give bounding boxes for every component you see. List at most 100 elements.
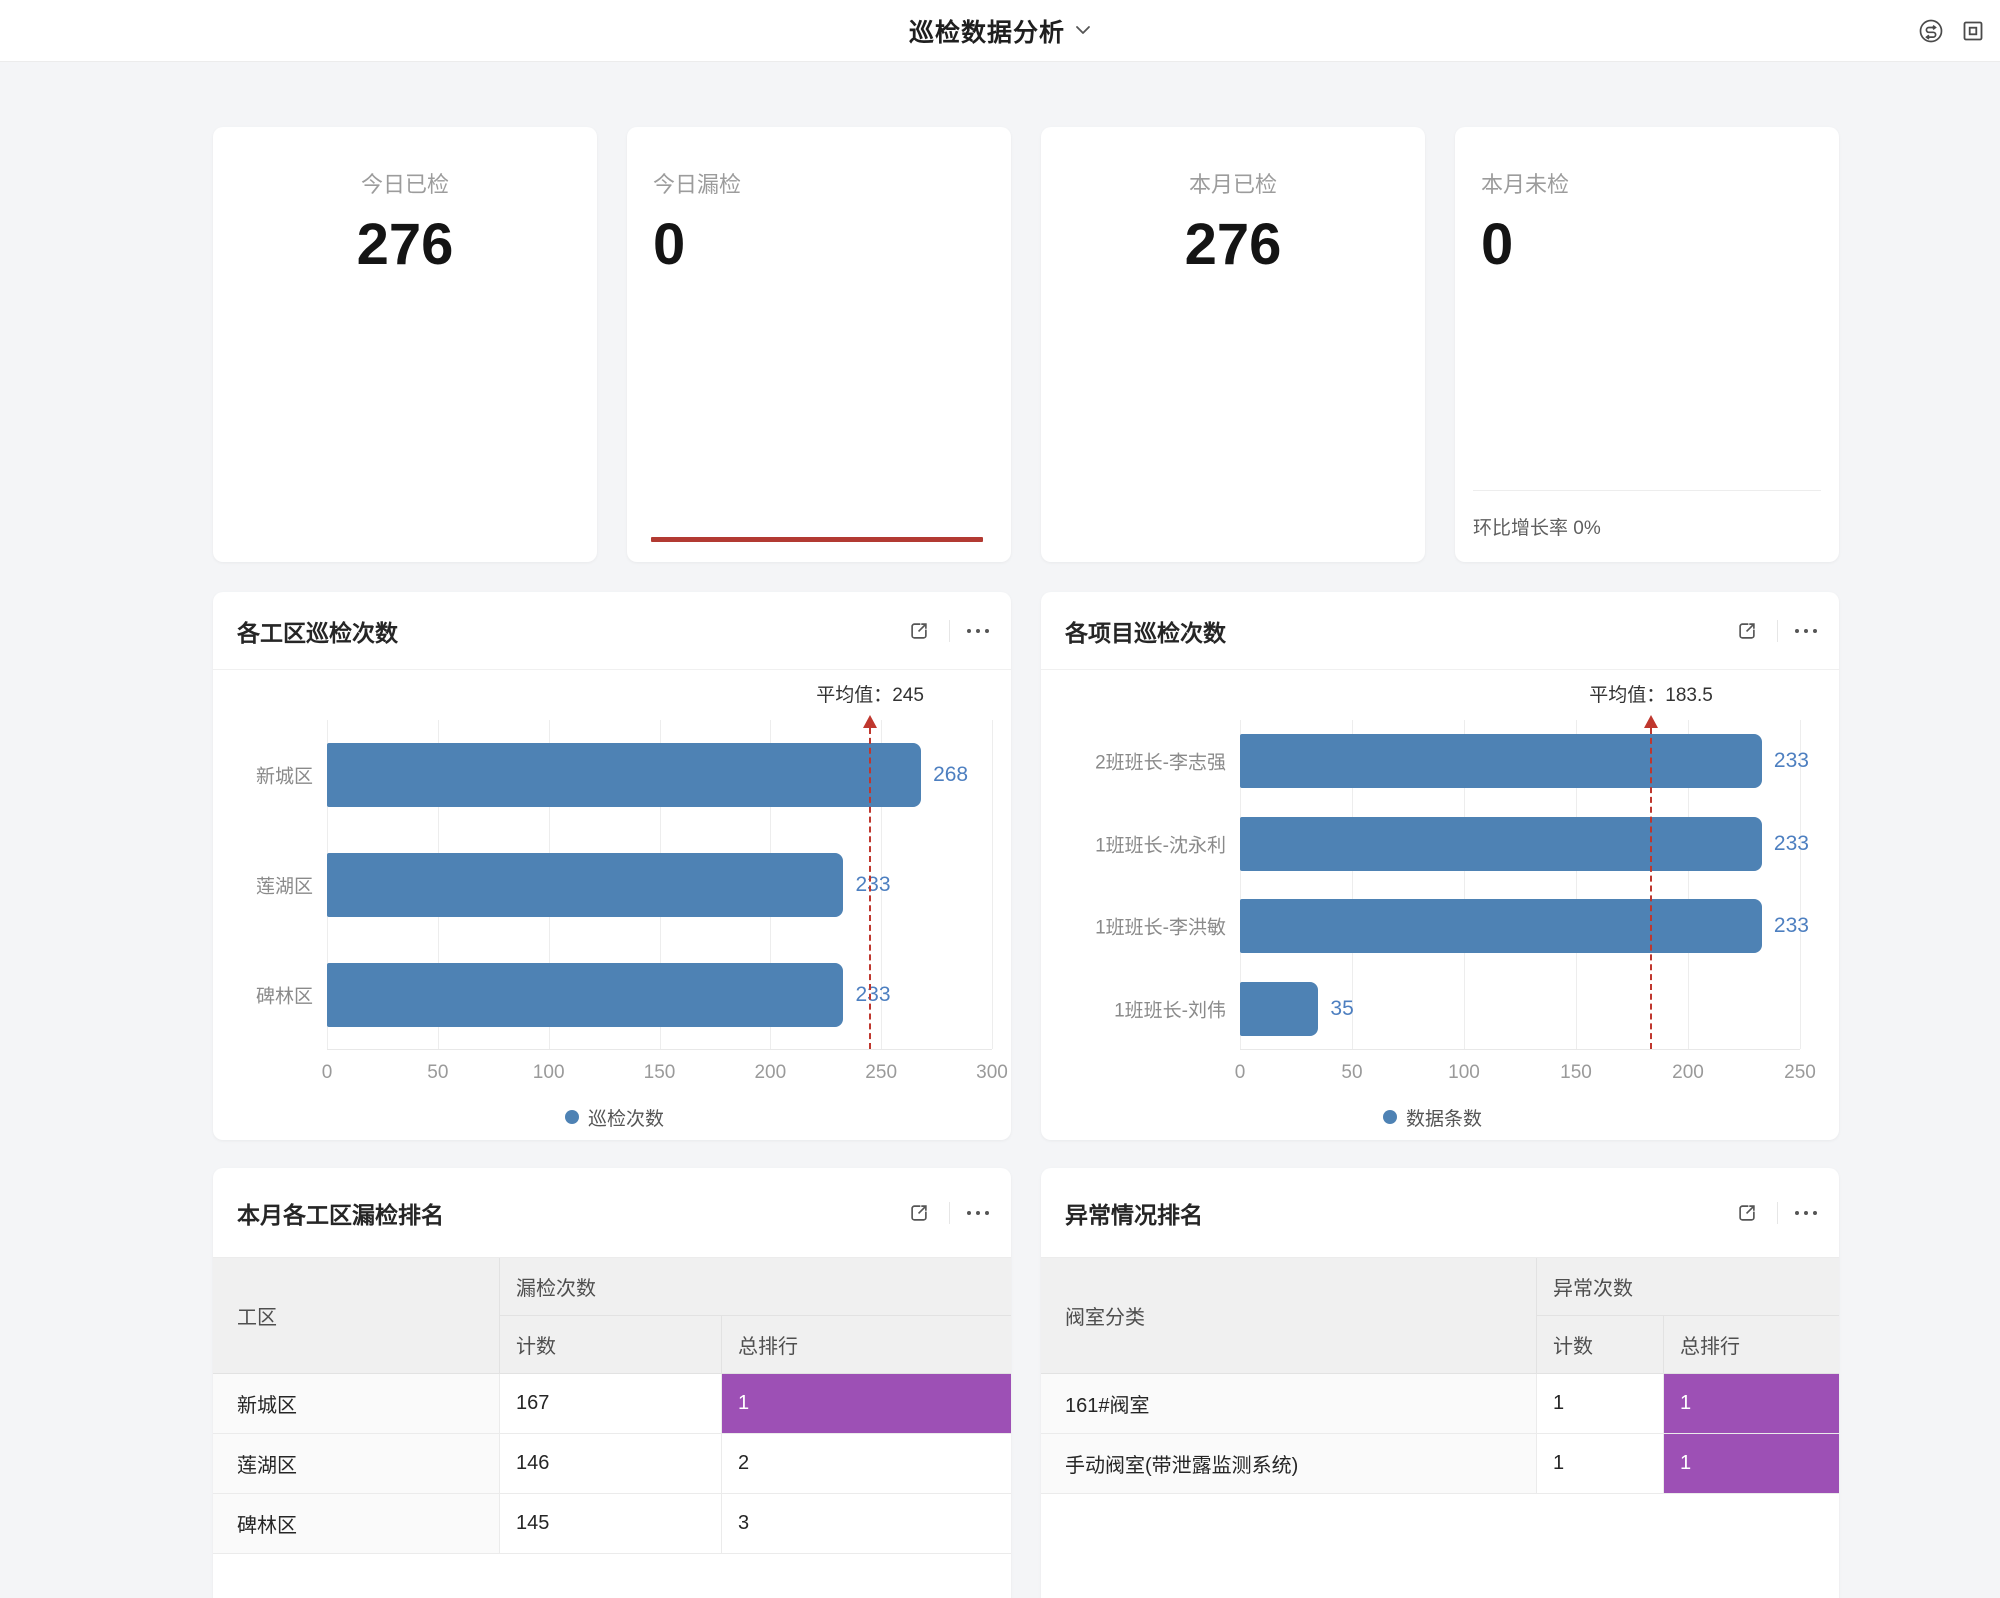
x-axis: 050100150200250300 — [327, 1050, 992, 1094]
table-card-missed-ranking: 本月各工区漏检排名 工区漏检次数计数总排行新城区1671莲湖区1462碑林区14… — [213, 1168, 1011, 1598]
table-cell-name: 161#阀室 — [1041, 1374, 1537, 1434]
ranking-table-anomaly: 阀室分类异常次数计数总排行161#阀室11手动阀室(带泄露监测系统)11 — [1041, 1258, 1839, 1494]
tables-row: 本月各工区漏检排名 工区漏检次数计数总排行新城区1671莲湖区1462碑林区14… — [213, 1168, 1839, 1598]
table-cell-count: 1 — [1537, 1374, 1664, 1434]
stat-label: 今日已检 — [213, 167, 597, 199]
chart-title: 各项目巡检次数 — [1065, 614, 1732, 648]
bar-row: 碑林区233 — [327, 940, 992, 1050]
bar — [1240, 817, 1762, 871]
x-axis-tick: 250 — [865, 1062, 897, 1084]
chevron-down-icon — [1075, 22, 1091, 40]
stat-card-today-checked: 今日已检 276 — [213, 127, 597, 562]
stat-label: 本月已检 — [1041, 167, 1425, 199]
divider — [1777, 1202, 1778, 1224]
table-group-header: 漏检次数 — [500, 1258, 1011, 1316]
legend-dot — [1383, 1110, 1397, 1124]
table-cell-name: 新城区 — [213, 1374, 500, 1434]
more-options-icon[interactable] — [1793, 1205, 1819, 1221]
card-actions — [904, 1198, 991, 1228]
bar-row: 1班班长-刘伟35 — [1240, 968, 1800, 1051]
x-axis-tick: 150 — [644, 1062, 676, 1084]
chart-card-workzones: 各工区巡检次数 新城区268莲湖区233碑林区233平均值：2450501001… — [213, 592, 1011, 1140]
chart-legend: 巡检次数 — [237, 1094, 992, 1140]
stat-card-today-missed: 今日漏检 0 — [627, 127, 1011, 562]
x-axis-tick: 100 — [533, 1062, 565, 1084]
more-options-icon[interactable] — [965, 623, 991, 639]
gridline — [992, 720, 993, 1049]
bar-row: 1班班长-沈永利233 — [1240, 803, 1800, 886]
stat-label: 本月未检 — [1481, 167, 1839, 199]
category-label: 碑林区 — [256, 982, 313, 1009]
card-actions — [1732, 1198, 1819, 1228]
legend-dot — [565, 1110, 579, 1124]
export-icon[interactable] — [904, 1198, 934, 1228]
bar-chart-workzones: 新城区268莲湖区233碑林区233平均值：245050100150200250… — [213, 670, 1011, 1140]
bar-value-label: 233 — [1774, 749, 1809, 773]
table-cell-count: 146 — [500, 1434, 722, 1494]
bar-row: 1班班长-李洪敏233 — [1240, 885, 1800, 968]
card-actions — [904, 616, 991, 646]
table-cell-rank: 2 — [722, 1434, 1011, 1494]
ranking-table-missed: 工区漏检次数计数总排行新城区1671莲湖区1462碑林区1453 — [213, 1258, 1011, 1554]
x-axis-tick: 250 — [1784, 1062, 1816, 1084]
table-cell-name: 莲湖区 — [213, 1434, 500, 1494]
legend-label: 巡检次数 — [588, 1104, 664, 1131]
table-cell-name: 手动阀室(带泄露监测系统) — [1041, 1434, 1537, 1494]
average-line — [1650, 728, 1652, 1049]
dashboard-title-dropdown[interactable]: 巡检数据分析 — [909, 13, 1091, 49]
table-sub-header: 总排行 — [1664, 1316, 1839, 1374]
bar-value-label: 35 — [1330, 997, 1353, 1021]
table-group-header: 异常次数 — [1537, 1258, 1839, 1316]
table-cell-count: 145 — [500, 1494, 722, 1554]
dashboard-content: 今日已检 276 今日漏检 0 本月已检 276 本月未检 0 环比增长率 0%… — [213, 127, 1839, 1598]
table-sub-header: 总排行 — [722, 1316, 1011, 1374]
export-icon[interactable] — [1732, 616, 1762, 646]
card-header: 各工区巡检次数 — [213, 592, 1011, 670]
bar-row: 莲湖区233 — [327, 830, 992, 940]
average-label: 平均值：183.5 — [1589, 680, 1713, 707]
category-label: 1班班长-沈永利 — [1095, 830, 1226, 857]
stat-value: 0 — [653, 211, 1011, 278]
bar — [327, 963, 843, 1027]
x-axis-tick: 100 — [1448, 1062, 1480, 1084]
category-label: 1班班长-李洪敏 — [1095, 913, 1226, 940]
card-header: 异常情况排名 — [1041, 1168, 1839, 1258]
bar-value-label: 233 — [855, 983, 890, 1007]
x-axis-tick: 200 — [1672, 1062, 1704, 1084]
category-label: 1班班长-刘伟 — [1114, 995, 1226, 1022]
divider — [949, 620, 950, 642]
legend-label: 数据条数 — [1406, 1104, 1482, 1131]
category-label: 莲湖区 — [256, 872, 313, 899]
square-frame-icon[interactable] — [1958, 16, 1988, 46]
more-options-icon[interactable] — [1793, 623, 1819, 639]
average-arrow-icon — [863, 715, 877, 728]
stat-label: 今日漏检 — [653, 167, 1011, 199]
average-arrow-icon — [1644, 715, 1658, 728]
card-header: 本月各工区漏检排名 — [213, 1168, 1011, 1258]
more-options-icon[interactable] — [965, 1205, 991, 1221]
x-axis: 050100150200250 — [1240, 1050, 1800, 1094]
ranking-table: 工区漏检次数计数总排行新城区1671莲湖区1462碑林区1453 — [213, 1258, 1011, 1554]
chart-title: 各工区巡检次数 — [237, 614, 904, 648]
category-label: 2班班长-李志强 — [1095, 748, 1226, 775]
x-axis-tick: 50 — [427, 1062, 448, 1084]
table-sub-header: 计数 — [500, 1316, 722, 1374]
stat-card-month-unchecked: 本月未检 0 环比增长率 0% — [1455, 127, 1839, 562]
growth-rate-label: 环比增长率 0% — [1473, 513, 1601, 540]
charts-row: 各工区巡检次数 新城区268莲湖区233碑林区233平均值：2450501001… — [213, 592, 1839, 1140]
divider — [949, 1202, 950, 1224]
card-actions — [1732, 616, 1819, 646]
bar — [1240, 982, 1318, 1036]
stat-value: 276 — [213, 211, 597, 278]
table-sub-header: 计数 — [1537, 1316, 1664, 1374]
table-dim-header: 工区 — [213, 1258, 500, 1374]
table-dim-header: 阀室分类 — [1041, 1258, 1537, 1374]
export-icon[interactable] — [1732, 1198, 1762, 1228]
top-bar-actions — [1916, 16, 1988, 46]
table-cell-count: 167 — [500, 1374, 722, 1434]
x-axis-tick: 50 — [1341, 1062, 1362, 1084]
table-card-anomaly-ranking: 异常情况排名 阀室分类异常次数计数总排行161#阀室11手动阀室(带泄露监测系统… — [1041, 1168, 1839, 1598]
stat-footer: 环比增长率 0% — [1473, 490, 1821, 562]
export-icon[interactable] — [904, 616, 934, 646]
swap-circle-icon[interactable] — [1916, 16, 1946, 46]
